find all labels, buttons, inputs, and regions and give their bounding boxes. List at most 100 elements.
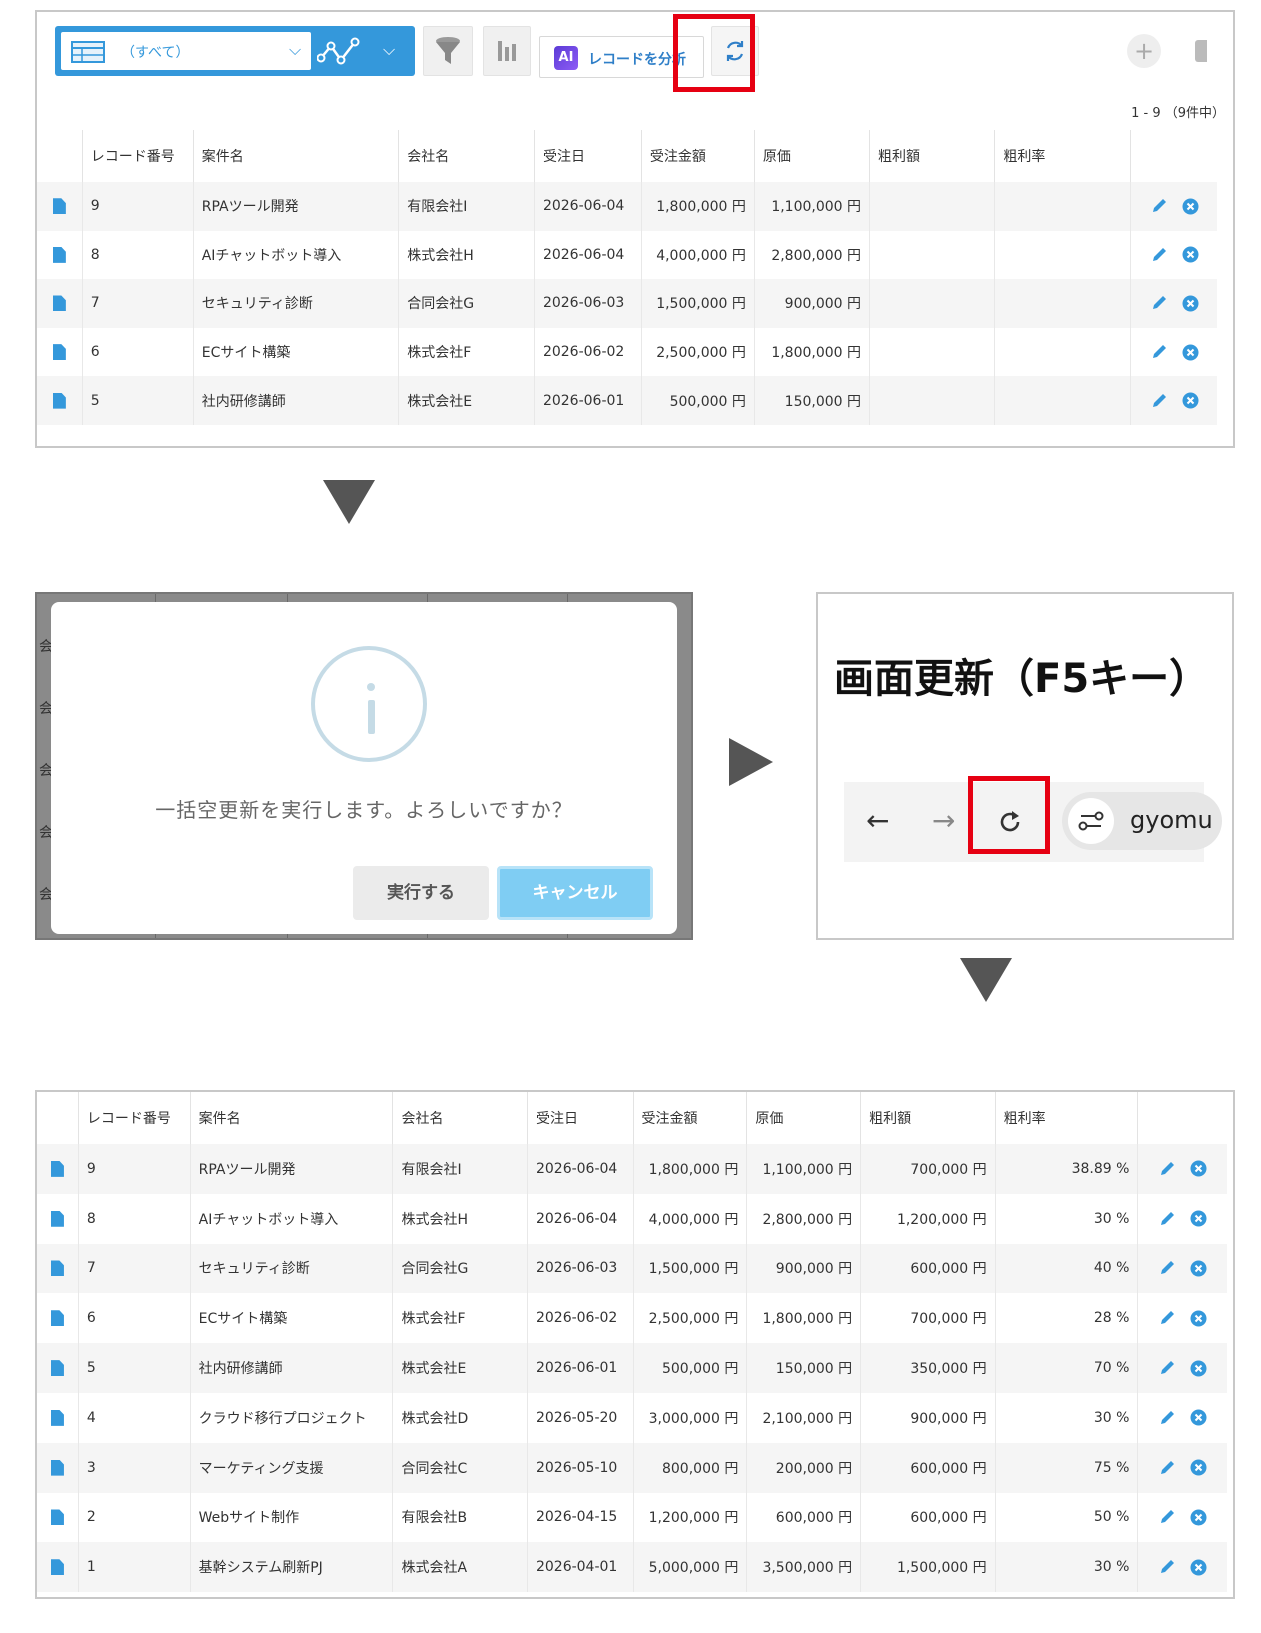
table-row[interactable]: 8 AIチャットボット導入 株式会社H 2026-06-04 4,000,000 円 2,… <box>37 230 1217 280</box>
document-icon[interactable] <box>50 1210 64 1227</box>
graph-button[interactable] <box>483 26 531 76</box>
column-header[interactable]: 粗利率 <box>994 1092 1138 1144</box>
record-detail-cell[interactable] <box>37 1393 78 1443</box>
delete-icon[interactable] <box>1182 392 1199 409</box>
delete-icon[interactable] <box>1190 1360 1207 1377</box>
document-icon[interactable] <box>52 246 66 263</box>
forward-arrow-icon[interactable]: → <box>932 804 955 837</box>
filter-button[interactable] <box>423 26 473 76</box>
column-header[interactable]: 粗利率 <box>994 130 1131 182</box>
document-icon[interactable] <box>52 295 66 312</box>
record-detail-cell[interactable] <box>37 1144 79 1194</box>
record-detail-cell[interactable] <box>37 1542 79 1593</box>
site-settings-icon[interactable] <box>1068 798 1114 844</box>
record-detail-cell[interactable] <box>37 1194 78 1244</box>
delete-icon[interactable] <box>1190 1310 1207 1327</box>
record-detail-cell[interactable] <box>37 1493 78 1543</box>
column-header[interactable]: 粗利額 <box>869 130 995 182</box>
pencil-icon[interactable] <box>1158 1558 1176 1576</box>
delete-icon[interactable] <box>1182 344 1199 361</box>
table-row[interactable]: 9 RPAツール開発 有限会社I 2026-06-04 1,800,000 円 1,100… <box>37 182 1217 231</box>
column-header[interactable]: 会社名 <box>392 1092 528 1144</box>
view-selector[interactable]: （すべて） ⌵ ⌵ <box>55 26 415 76</box>
column-header[interactable]: 案件名 <box>189 1092 393 1144</box>
pencil-icon[interactable] <box>1158 1259 1176 1277</box>
pencil-icon[interactable] <box>1158 1160 1176 1178</box>
column-header[interactable]: 受注金額 <box>640 130 755 182</box>
delete-icon[interactable] <box>1190 1160 1207 1177</box>
pencil-icon[interactable] <box>1158 1359 1176 1377</box>
delete-icon[interactable] <box>1190 1509 1207 1526</box>
document-icon[interactable] <box>50 1559 64 1576</box>
record-detail-cell[interactable] <box>37 1442 79 1493</box>
delete-icon[interactable] <box>1190 1210 1207 1227</box>
delete-icon[interactable] <box>1190 1459 1207 1476</box>
run-button[interactable]: 実行する <box>353 866 489 920</box>
cancel-button[interactable]: キャンセル <box>497 866 653 920</box>
table-row[interactable]: 1 基幹システム刷新PJ 株式会社A 2026-04-01 5,000,000 円 3,5… <box>37 1542 1227 1593</box>
column-header[interactable]: 粗利額 <box>860 1092 996 1144</box>
record-detail-cell[interactable] <box>37 1293 78 1343</box>
document-icon[interactable] <box>50 1260 64 1277</box>
column-header[interactable]: レコード番号 <box>77 1092 191 1144</box>
view-dropdown[interactable]: （すべて） ⌵ <box>61 32 311 70</box>
delete-icon[interactable] <box>1182 246 1199 263</box>
graph-view-icon[interactable] <box>317 36 361 66</box>
delete-icon[interactable] <box>1190 1409 1207 1426</box>
document-icon[interactable] <box>50 1409 64 1426</box>
table-row[interactable]: 2 Webサイト制作 有限会社B 2026-04-15 1,200,000 円 600,0… <box>37 1492 1227 1543</box>
pencil-icon[interactable] <box>1158 1508 1176 1526</box>
column-header[interactable]: レコード番号 <box>81 130 194 182</box>
document-icon[interactable] <box>50 1160 64 1177</box>
pencil-icon[interactable] <box>1150 246 1168 264</box>
record-detail-cell[interactable] <box>37 376 83 425</box>
column-header[interactable]: 受注日 <box>526 1092 634 1144</box>
back-arrow-icon[interactable]: ← <box>866 804 889 837</box>
pencil-icon[interactable] <box>1158 1459 1176 1477</box>
record-detail-cell[interactable] <box>37 279 83 328</box>
document-icon[interactable] <box>50 1360 64 1377</box>
delete-icon[interactable] <box>1190 1260 1207 1277</box>
record-detail-cell[interactable] <box>37 1343 79 1393</box>
table-row[interactable]: 9 RPAツール開発 有限会社I 2026-06-04 1,800,000 円 1,100… <box>37 1144 1227 1194</box>
table-row[interactable]: 6 ECサイト構築 株式会社F 2026-06-02 2,500,000 円 1,800,… <box>37 327 1217 377</box>
delete-icon[interactable] <box>1182 198 1199 215</box>
pencil-icon[interactable] <box>1150 392 1168 410</box>
column-header[interactable]: 案件名 <box>192 130 399 182</box>
document-icon[interactable] <box>50 1509 64 1526</box>
column-header[interactable]: 会社名 <box>398 130 535 182</box>
document-icon[interactable] <box>52 344 66 361</box>
chevron-down-icon[interactable]: ⌵ <box>383 40 395 60</box>
add-record-button[interactable]: + <box>1127 34 1161 68</box>
table-row[interactable]: 5 社内研修講師 株式会社E 2026-06-01 500,000 円 150,000 円 <box>37 376 1217 425</box>
column-header[interactable]: 原価 <box>753 130 870 182</box>
pencil-icon[interactable] <box>1150 294 1168 312</box>
document-icon[interactable] <box>52 392 66 409</box>
column-header[interactable]: 受注金額 <box>632 1092 747 1144</box>
document-icon[interactable] <box>50 1310 64 1327</box>
pencil-icon[interactable] <box>1158 1309 1176 1327</box>
record-detail-cell[interactable] <box>37 231 82 280</box>
column-header[interactable]: 原価 <box>746 1092 861 1144</box>
table-row[interactable]: 3 マーケティング支援 合同会社C 2026-05-10 800,000 円 200,00… <box>37 1442 1227 1493</box>
table-row[interactable]: 4 クラウド移行プロジェクト 株式会社D 2026-05-20 3,000,000 円2… <box>37 1392 1227 1443</box>
record-detail-cell[interactable] <box>37 328 82 377</box>
table-row[interactable]: 5 社内研修講師 株式会社E 2026-06-01 500,000 円 150,000 円… <box>37 1343 1227 1393</box>
table-row[interactable]: 7 セキュリティ診断 合同会社G 2026-06-03 1,500,000 円 900,0… <box>37 1243 1227 1294</box>
delete-icon[interactable] <box>1190 1559 1207 1576</box>
table-row[interactable]: 6 ECサイト構築 株式会社F 2026-06-02 2,500,000 円 1,800,… <box>37 1293 1227 1344</box>
column-header[interactable]: 受注日 <box>533 130 642 182</box>
document-icon[interactable] <box>50 1459 64 1476</box>
pencil-icon[interactable] <box>1158 1409 1176 1427</box>
record-detail-cell[interactable] <box>37 182 83 231</box>
address-bar[interactable]: gyomu <box>1062 792 1222 850</box>
delete-icon[interactable] <box>1182 295 1199 312</box>
record-detail-cell[interactable] <box>37 1243 79 1294</box>
table-row[interactable]: 8 AIチャットボット導入 株式会社H 2026-06-04 4,000,000 円 2,… <box>37 1193 1227 1244</box>
table-row[interactable]: 7 セキュリティ診断 合同会社G 2026-06-03 1,500,000 円 900,0… <box>37 279 1217 328</box>
pencil-icon[interactable] <box>1150 343 1168 361</box>
pencil-icon[interactable] <box>1158 1210 1176 1228</box>
document-icon[interactable] <box>52 198 66 215</box>
gear-icon[interactable] <box>1195 40 1207 62</box>
pencil-icon[interactable] <box>1150 197 1168 215</box>
